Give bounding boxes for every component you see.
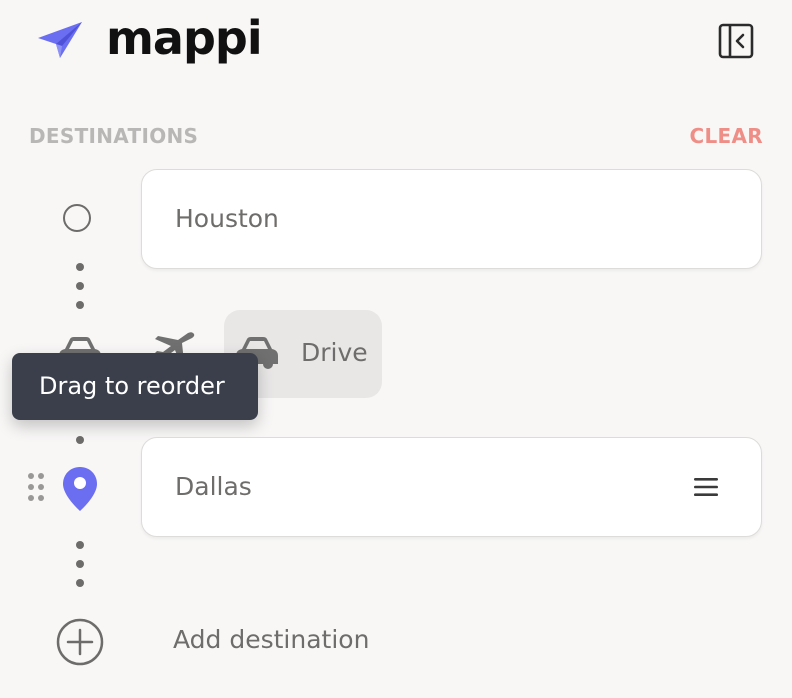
route-connector-dot: [76, 541, 84, 549]
route-connector-dot: [76, 436, 84, 444]
add-destination-button[interactable]: Add destination: [173, 625, 369, 654]
sidebar-collapse-button[interactable]: [718, 23, 754, 59]
destinations-heading: DESTINATIONS: [29, 124, 199, 148]
app-logo[interactable]: mappi: [36, 11, 263, 66]
destination-name: Dallas: [175, 472, 252, 501]
drag-tooltip: Drag to reorder: [12, 353, 258, 420]
route-connector-dot: [76, 301, 84, 309]
mode-label: Drive: [301, 338, 368, 367]
app-name: mappi: [106, 11, 263, 65]
hamburger-menu-icon: [693, 478, 719, 502]
destination-name: Houston: [175, 204, 279, 233]
plus-circle-icon: [55, 618, 105, 671]
route-connector-dot: [76, 263, 84, 271]
route-connector-dot: [76, 560, 84, 568]
tooltip-text: Drag to reorder: [39, 372, 225, 400]
circle-outline-icon: [63, 204, 91, 232]
sidebar-collapse-icon: [718, 23, 754, 63]
drag-handle-icon: [27, 473, 45, 506]
route-connector-dot: [76, 579, 84, 587]
map-pin-icon: [61, 465, 99, 517]
destination-card-origin[interactable]: Houston: [141, 169, 762, 269]
route-connector-dot: [76, 282, 84, 290]
add-destination-icon-button[interactable]: [55, 617, 105, 671]
destination-card-dallas[interactable]: Dallas: [141, 437, 762, 537]
drag-handle[interactable]: [27, 472, 45, 502]
clear-button[interactable]: CLEAR: [690, 124, 763, 148]
paper-plane-icon: [36, 18, 84, 66]
route-planner-panel: mappi DESTINATIONS CLEAR Houston Drive D…: [0, 0, 792, 698]
destination-menu-button[interactable]: [693, 476, 719, 498]
